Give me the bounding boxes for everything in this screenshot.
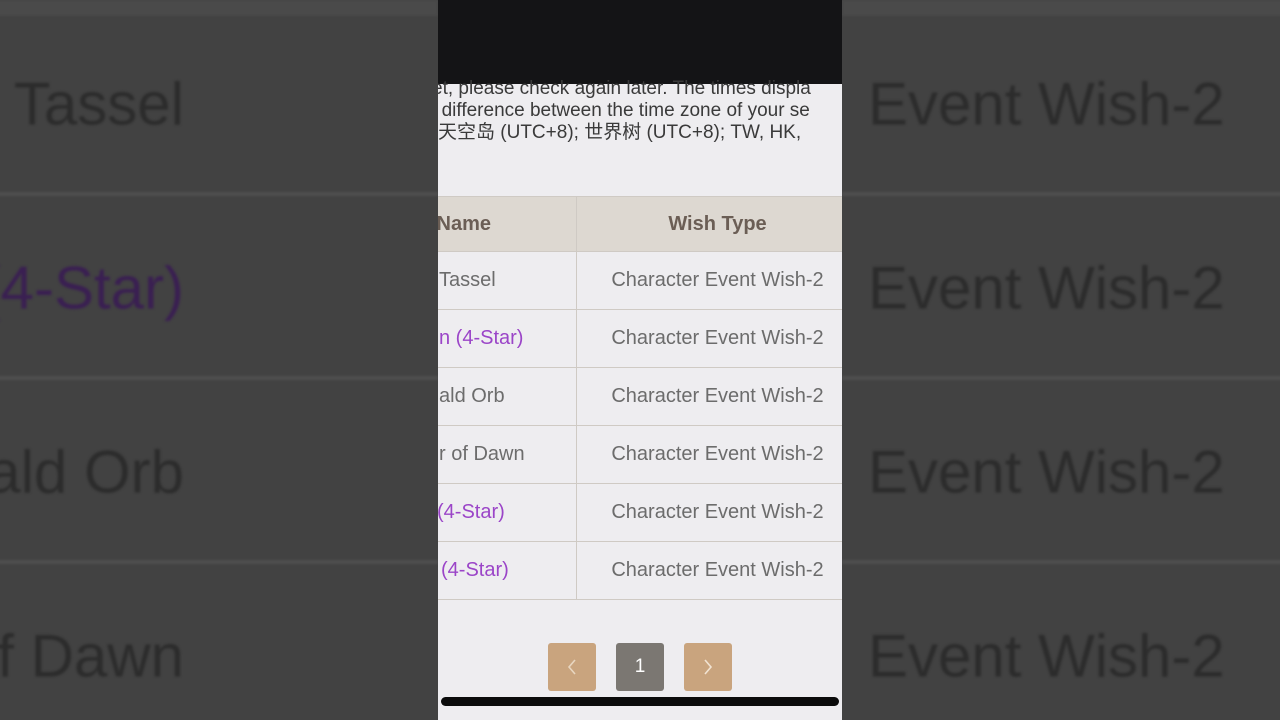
item-name: (4-Star) [438, 501, 505, 523]
backdrop-row: Event Wish-2 [842, 200, 1280, 380]
backdrop-text: r of Dawn [0, 622, 184, 690]
item-name: ald Orb [439, 385, 505, 407]
backdrop-text: Event Wish-2 [868, 254, 1225, 322]
backdrop-text: Tassel [13, 70, 184, 138]
notice-line: et, please check again later. The times … [438, 80, 811, 99]
chevron-right-icon [704, 659, 713, 675]
item-name: n (4-Star) [439, 327, 524, 349]
wish-type-cell: Character Event Wish-2 [576, 367, 842, 426]
item-name: (4-Star) [441, 559, 509, 581]
table-row: (4-Star) Character Event Wish-2 [438, 483, 842, 542]
previous-page-button[interactable] [548, 643, 596, 691]
item-name-cell: n (4-Star) [438, 309, 577, 368]
wish-history-table: Name Wish Type Tassel Character Event Wi… [438, 196, 842, 600]
item-name: Tassel [439, 269, 496, 291]
wish-type-cell: Character Event Wish-2 [576, 483, 842, 542]
item-name-cell: (4-Star) [438, 541, 577, 600]
backdrop-row: Tassel [0, 16, 438, 196]
table-row: Tassel Character Event Wish-2 [438, 251, 842, 310]
table-header-row: Name Wish Type [438, 196, 842, 252]
backdrop-row: Event Wish-2 [842, 16, 1280, 196]
blurred-backdrop-right: Event Wish-2 Event Wish-2 Event Wish-2 E… [842, 0, 1280, 720]
backdrop-text: ald Orb [0, 438, 184, 506]
wish-history-table-container[interactable]: Name Wish Type Tassel Character Event Wi… [438, 196, 842, 600]
column-header-name: Name [438, 196, 577, 252]
phone-screen: et, please check again later. The times … [438, 0, 842, 720]
pagination: 1 [438, 643, 842, 691]
backdrop-row: Event Wish-2 [842, 568, 1280, 720]
notice-line: r difference between the time zone of yo… [438, 100, 810, 121]
backdrop-row: ald Orb [0, 384, 438, 564]
backdrop-row: Event Wish-2 [842, 384, 1280, 564]
home-indicator[interactable] [441, 697, 839, 706]
backdrop-top-bar [0, 0, 438, 16]
backdrop-text: n (4-Star) [0, 254, 184, 322]
column-header-wish-type: Wish Type [576, 196, 842, 252]
backdrop-text: Event Wish-2 [868, 438, 1225, 506]
table-row: (4-Star) Character Event Wish-2 [438, 541, 842, 600]
backdrop-row: r of Dawn [0, 568, 438, 720]
item-name-cell: r of Dawn [438, 425, 577, 484]
wish-type-cell: Character Event Wish-2 [576, 251, 842, 310]
chevron-left-icon [567, 659, 576, 675]
backdrop-top-bar [842, 0, 1280, 16]
wish-type-cell: Character Event Wish-2 [576, 309, 842, 368]
current-page-button[interactable]: 1 [616, 643, 664, 691]
notice-line: 天空岛 (UTC+8); 世界树 (UTC+8); TW, HK, [438, 122, 802, 143]
table-row: r of Dawn Character Event Wish-2 [438, 425, 842, 484]
blurred-backdrop-left: Tassel n (4-Star) ald Orb r of Dawn [0, 0, 438, 720]
status-bar [438, 0, 842, 84]
wish-type-cell: Character Event Wish-2 [576, 425, 842, 484]
table-row: ald Orb Character Event Wish-2 [438, 367, 842, 426]
backdrop-row: n (4-Star) [0, 200, 438, 380]
item-name-cell: (4-Star) [438, 483, 577, 542]
screen: Tassel n (4-Star) ald Orb r of Dawn Even… [0, 0, 1280, 720]
next-page-button[interactable] [684, 643, 732, 691]
item-name: r of Dawn [439, 443, 525, 465]
backdrop-text: Event Wish-2 [868, 622, 1225, 690]
backdrop-text: Event Wish-2 [868, 70, 1225, 138]
item-name-cell: Tassel [438, 251, 577, 310]
notice-text: et, please check again later. The times … [438, 80, 842, 150]
wish-type-cell: Character Event Wish-2 [576, 541, 842, 600]
item-name-cell: ald Orb [438, 367, 577, 426]
table-row: n (4-Star) Character Event Wish-2 [438, 309, 842, 368]
